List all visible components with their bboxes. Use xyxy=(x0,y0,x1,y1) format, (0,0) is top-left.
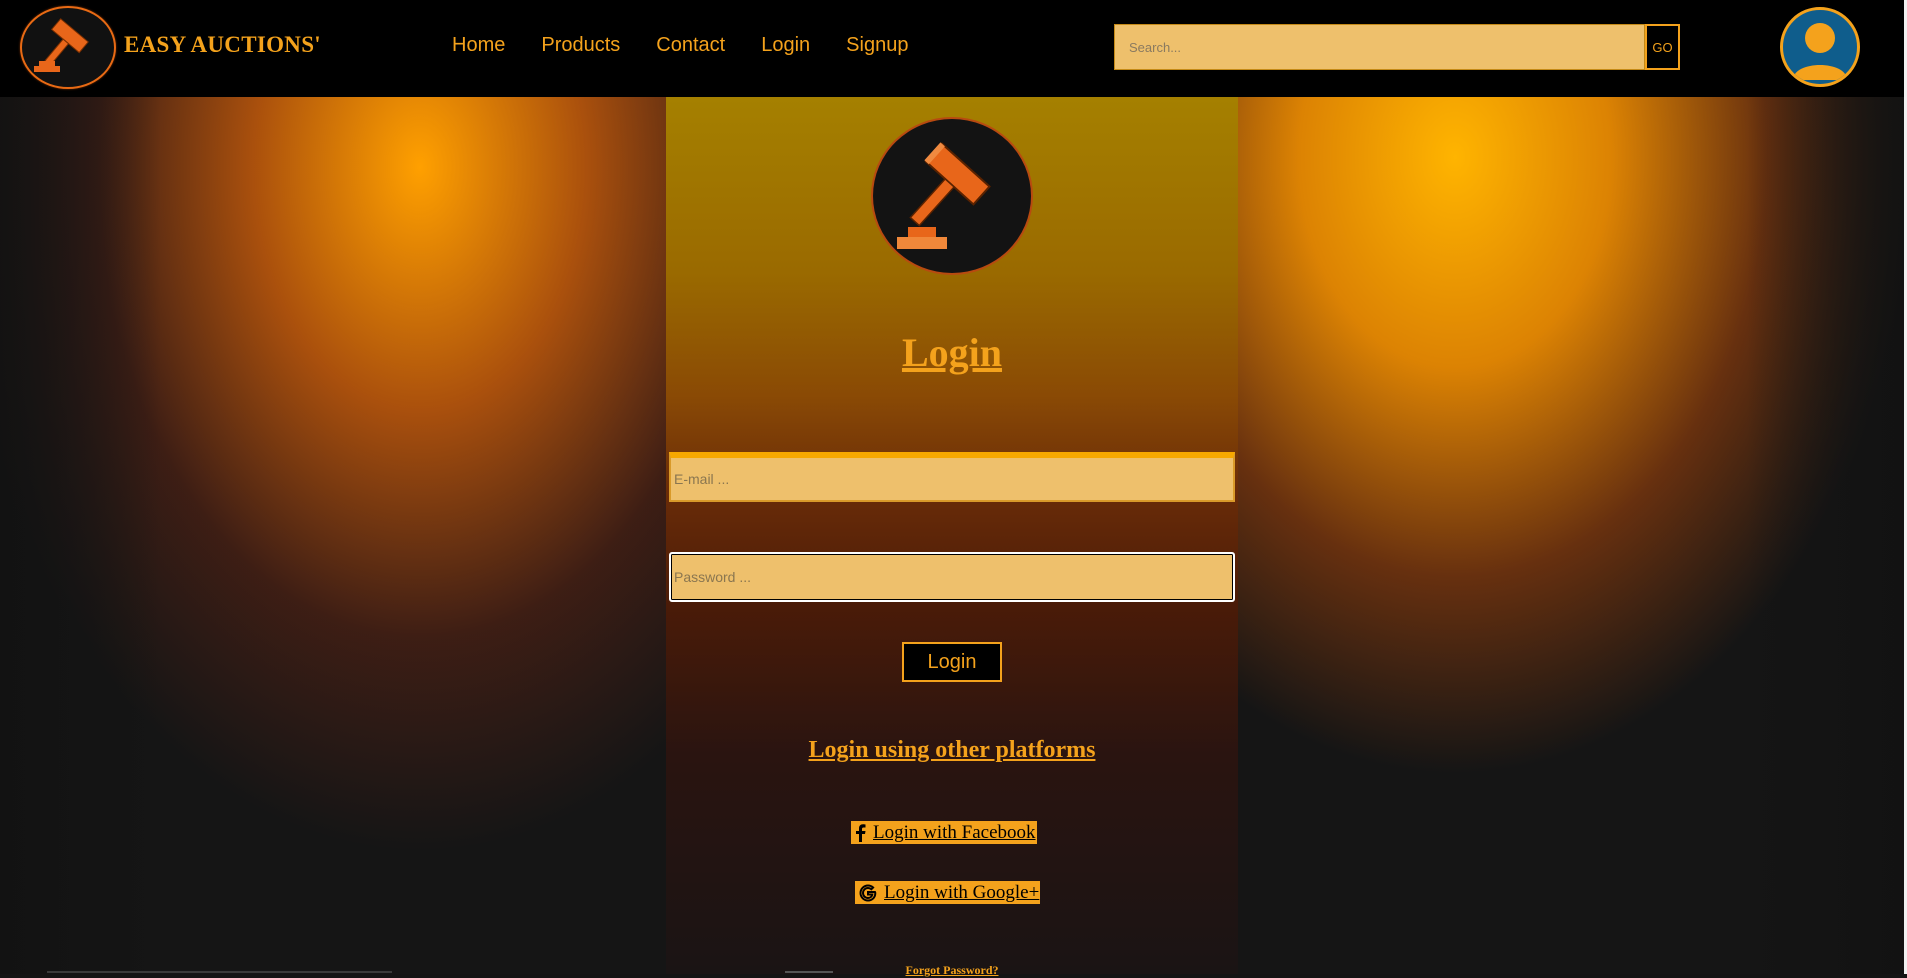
facebook-login-label: Login with Facebook xyxy=(873,822,1036,843)
login-panel: Login Login Login using other platforms … xyxy=(666,97,1238,977)
login-title: Login xyxy=(901,330,1003,375)
nav-login[interactable]: Login xyxy=(761,34,810,57)
email-field[interactable] xyxy=(669,452,1235,502)
password-field[interactable] xyxy=(669,552,1235,602)
brand-logo[interactable] xyxy=(20,6,116,89)
facebook-login-button[interactable]: Login with Facebook xyxy=(851,821,1037,844)
panel-logo xyxy=(871,117,1033,275)
nav-signup[interactable]: Signup xyxy=(846,34,908,57)
user-icon xyxy=(1793,23,1847,80)
search-input[interactable] xyxy=(1114,24,1645,70)
nav-home[interactable]: Home xyxy=(452,34,505,57)
forgot-password-link[interactable]: Forgot Password? xyxy=(666,963,1238,978)
google-login-button[interactable]: Login with Google+ xyxy=(855,881,1041,904)
other-platforms-title: Login using other platforms xyxy=(808,737,1096,763)
divider-line xyxy=(785,971,833,973)
facebook-icon xyxy=(856,823,866,842)
nav-products[interactable]: Products xyxy=(541,34,620,57)
user-avatar[interactable] xyxy=(1780,7,1860,87)
gavel-icon xyxy=(34,18,89,72)
nav-contact[interactable]: Contact xyxy=(656,34,725,57)
divider-line xyxy=(47,971,392,973)
google-login-label: Login with Google+ xyxy=(884,882,1040,903)
search-go-button[interactable]: GO xyxy=(1645,24,1680,70)
login-button[interactable]: Login xyxy=(902,642,1002,682)
google-icon xyxy=(859,883,877,902)
brand-name: EASY AUCTIONS' xyxy=(124,32,321,57)
main-nav: Home Products Contact Login Signup xyxy=(452,34,944,57)
gavel-icon xyxy=(897,142,991,249)
top-navbar: EASY AUCTIONS' Home Products Contact Log… xyxy=(0,0,1907,97)
